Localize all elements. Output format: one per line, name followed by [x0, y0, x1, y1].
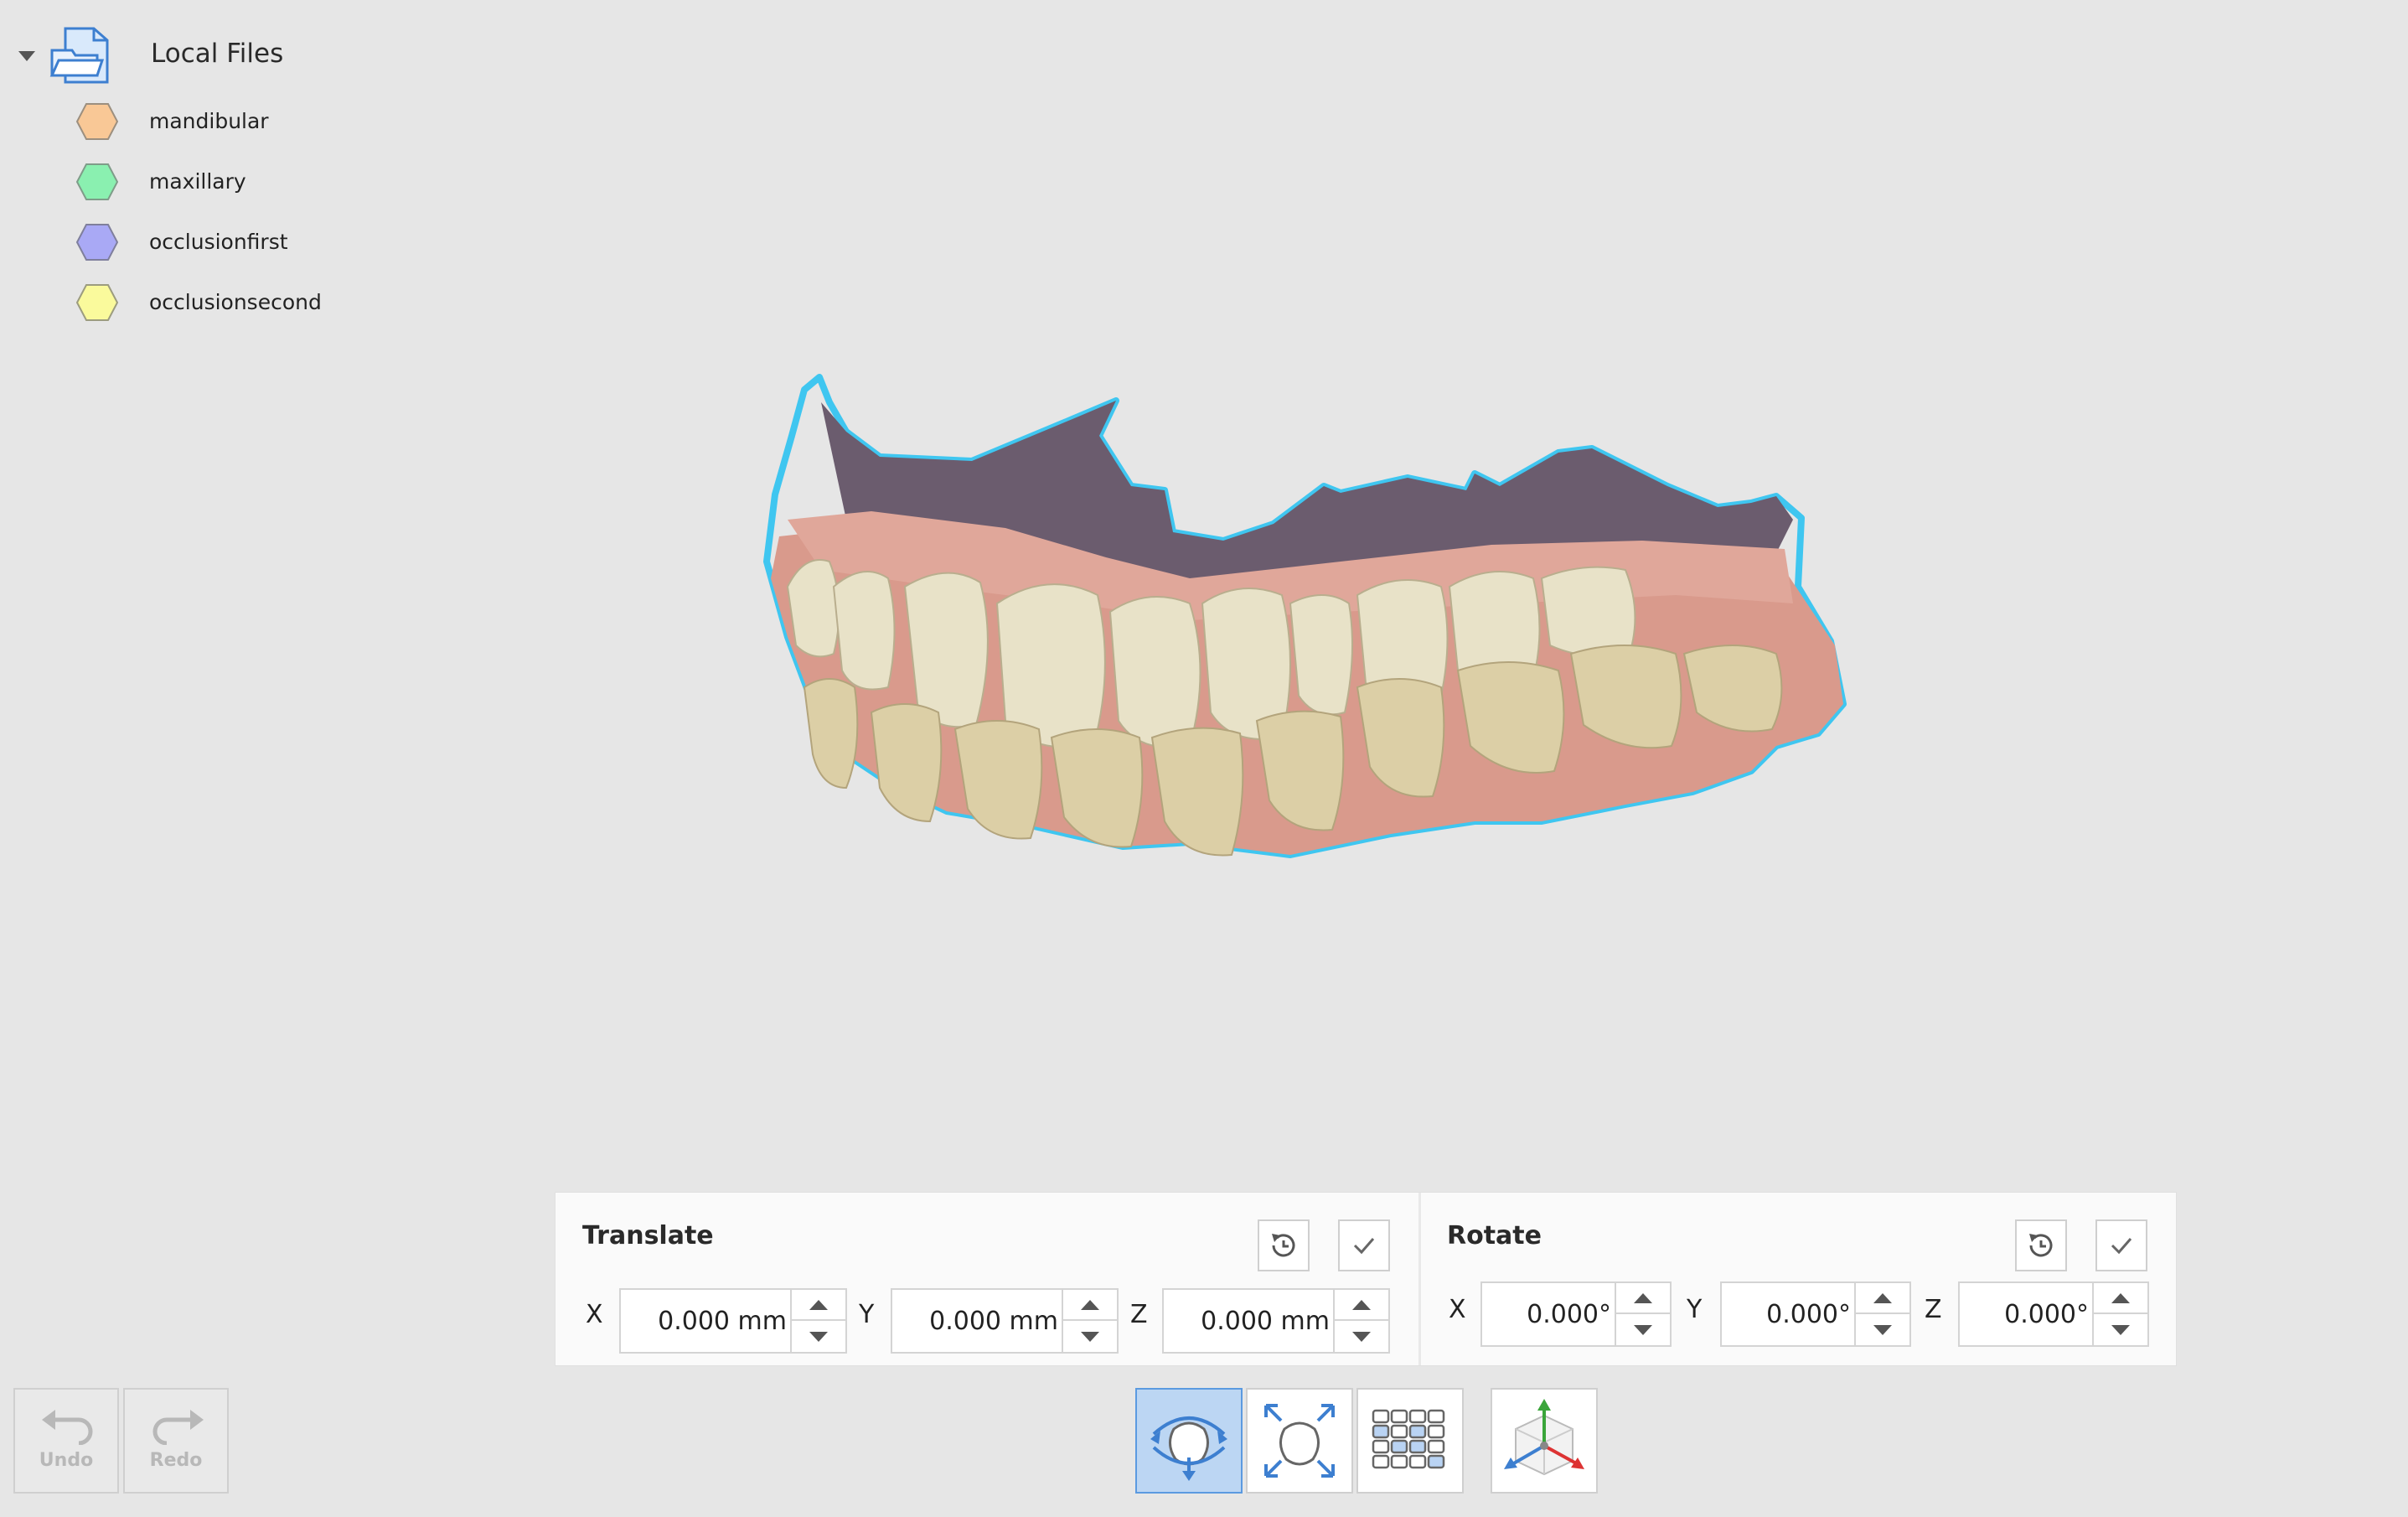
triangle-up-icon — [809, 1299, 828, 1310]
step-up-button[interactable] — [1335, 1290, 1388, 1321]
triangle-down-icon — [1352, 1331, 1371, 1342]
step-up-button[interactable] — [1856, 1283, 1909, 1314]
tree-item-occlusionsecond[interactable]: occlusionsecond — [75, 278, 394, 329]
caret-down-icon[interactable] — [17, 49, 37, 64]
rotate-y-label: Y — [1687, 1295, 1703, 1324]
hexagon-icon — [75, 284, 119, 321]
rotate-title: Rotate — [1447, 1221, 1542, 1250]
translate-apply-button[interactable] — [1338, 1219, 1390, 1271]
zoom-fit-tool-button[interactable] — [1246, 1388, 1353, 1494]
translate-y-field[interactable]: 0.000 mm — [891, 1288, 1119, 1354]
folder-icon — [49, 27, 109, 84]
rotate-x-stepper[interactable] — [1615, 1283, 1670, 1345]
rotate-z-label: Z — [1925, 1295, 1942, 1324]
triangle-down-icon — [1081, 1331, 1099, 1342]
tree-item-label: mandibular — [149, 109, 269, 133]
rotate-z-field[interactable]: 0.000° — [1958, 1281, 2149, 1347]
redo-label: Redo — [149, 1450, 203, 1471]
tree-item-label: occlusionsecond — [149, 290, 322, 314]
triangle-down-icon — [1634, 1324, 1652, 1335]
orbit-tool-button[interactable] — [1135, 1388, 1243, 1494]
undo-button[interactable]: Undo — [13, 1388, 119, 1494]
hexagon-icon — [75, 224, 119, 261]
step-down-button[interactable] — [2094, 1314, 2147, 1345]
translate-z-field[interactable]: 0.000 mm — [1162, 1288, 1390, 1354]
translate-title: Translate — [582, 1221, 714, 1250]
translate-y-value[interactable]: 0.000 mm — [929, 1307, 1058, 1336]
rotate-y-stepper[interactable] — [1854, 1283, 1909, 1345]
triangle-down-icon — [809, 1331, 828, 1342]
rotate-z-stepper[interactable] — [2092, 1283, 2147, 1345]
triangle-up-icon — [1352, 1299, 1371, 1310]
tree-item-mandibular[interactable]: mandibular — [75, 97, 394, 148]
rotate-z-value[interactable]: 0.000° — [2004, 1300, 2089, 1329]
expand-zoom-icon — [1264, 1404, 1335, 1478]
rotate-section: Rotate X 0.000° Y 0.000° Z 0.000° — [1420, 1193, 2176, 1365]
redo-button[interactable]: Redo — [123, 1388, 229, 1494]
dental-scan-model[interactable] — [754, 352, 1977, 972]
transform-panel: Translate X 0.000 mm Y 0.000 mm Z 0.000 … — [555, 1192, 2177, 1366]
rotate-x-label: X — [1449, 1295, 1466, 1324]
step-down-button[interactable] — [1063, 1321, 1117, 1352]
tree-item-label: occlusionfirst — [149, 230, 288, 254]
triangle-up-icon — [1634, 1292, 1652, 1303]
tree-item-occlusionfirst[interactable]: occlusionfirst — [75, 218, 394, 268]
reset-icon — [2029, 1234, 2053, 1257]
step-up-button[interactable] — [2094, 1283, 2147, 1314]
tree-item-maxillary[interactable]: maxillary — [75, 158, 394, 208]
step-down-button[interactable] — [1856, 1314, 1909, 1345]
grid-layout-tool-button[interactable] — [1356, 1388, 1464, 1494]
tree-item-label: maxillary — [149, 169, 246, 194]
triangle-up-icon — [1081, 1299, 1099, 1310]
orbit-rotate-icon — [1150, 1416, 1227, 1481]
rotate-x-field[interactable]: 0.000° — [1480, 1281, 1672, 1347]
rotate-x-value[interactable]: 0.000° — [1527, 1300, 1611, 1329]
triangle-down-icon — [1873, 1324, 1892, 1335]
axis-gizmo-icon — [1504, 1399, 1584, 1476]
tree-root-local-files[interactable]: Local Files — [17, 25, 369, 85]
grid-layout-icon — [1372, 1409, 1445, 1469]
translate-y-stepper[interactable] — [1062, 1290, 1117, 1352]
hexagon-icon — [75, 103, 119, 140]
rotate-y-field[interactable]: 0.000° — [1720, 1281, 1911, 1347]
undo-icon — [42, 1410, 93, 1445]
tree-root-label: Local Files — [151, 39, 284, 69]
file-tree: Local Files mandibular maxillary occlusi… — [0, 0, 436, 352]
translate-z-stepper[interactable] — [1333, 1290, 1388, 1352]
step-up-button[interactable] — [1616, 1283, 1670, 1314]
translate-x-field[interactable]: 0.000 mm — [619, 1288, 847, 1354]
translate-section: Translate X 0.000 mm Y 0.000 mm Z 0.000 … — [555, 1193, 1418, 1365]
rotate-apply-button[interactable] — [2095, 1219, 2147, 1271]
hexagon-icon — [75, 163, 119, 200]
translate-z-label: Z — [1130, 1300, 1148, 1329]
rotate-reset-button[interactable] — [2015, 1219, 2067, 1271]
redo-icon — [152, 1410, 204, 1445]
translate-x-value[interactable]: 0.000 mm — [658, 1307, 787, 1336]
reset-icon — [1272, 1234, 1295, 1257]
axis-gizmo-tool-button[interactable] — [1491, 1388, 1598, 1494]
translate-z-value[interactable]: 0.000 mm — [1201, 1307, 1330, 1336]
triangle-up-icon — [1873, 1292, 1892, 1303]
step-down-button[interactable] — [1335, 1321, 1388, 1352]
check-icon — [2111, 1238, 2132, 1255]
translate-y-label: Y — [859, 1300, 875, 1329]
translate-reset-button[interactable] — [1258, 1219, 1310, 1271]
translate-x-stepper[interactable] — [790, 1290, 845, 1352]
translate-x-label: X — [586, 1300, 603, 1329]
undo-label: Undo — [39, 1450, 94, 1471]
triangle-up-icon — [2111, 1292, 2130, 1303]
step-up-button[interactable] — [792, 1290, 845, 1321]
step-up-button[interactable] — [1063, 1290, 1117, 1321]
triangle-down-icon — [2111, 1324, 2130, 1335]
rotate-y-value[interactable]: 0.000° — [1766, 1300, 1851, 1329]
step-down-button[interactable] — [1616, 1314, 1670, 1345]
step-down-button[interactable] — [792, 1321, 845, 1352]
3d-viewport[interactable] — [754, 352, 1977, 972]
check-icon — [1353, 1238, 1375, 1255]
